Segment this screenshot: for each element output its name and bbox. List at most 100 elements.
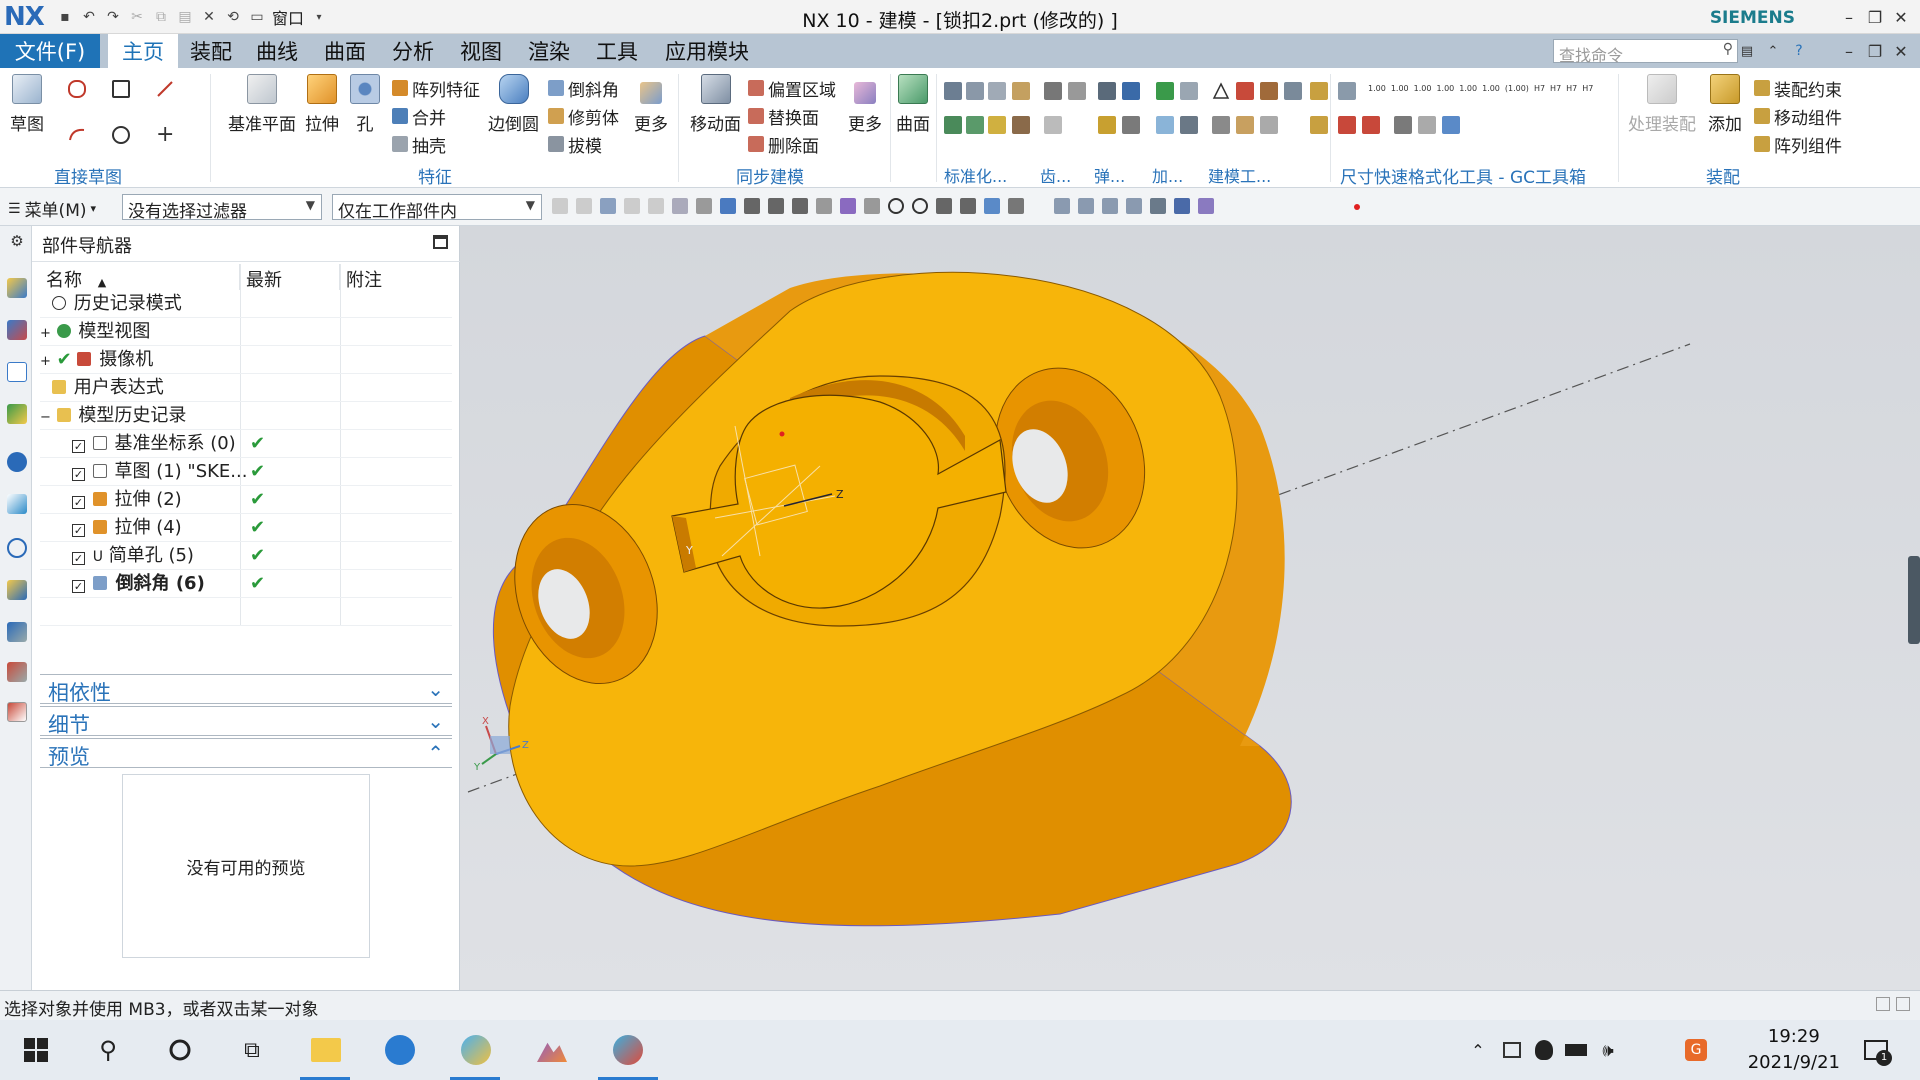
gc-format-button[interactable]: 1.00 <box>1391 84 1409 93</box>
selection-tool-icon[interactable] <box>600 198 616 214</box>
part-navigator-icon[interactable] <box>7 362 27 382</box>
spring-tool-icon[interactable] <box>1098 82 1116 100</box>
checkbox[interactable]: ✓ <box>72 580 85 593</box>
view-tool-icon[interactable] <box>1150 198 1166 214</box>
gc-format-button[interactable]: 1.00 <box>1368 84 1386 93</box>
selection-tool-icon[interactable] <box>696 198 712 214</box>
sogou-icon[interactable] <box>382 1032 418 1068</box>
tab-home[interactable]: 主页 <box>108 34 178 68</box>
draft-button[interactable]: 拔模 <box>548 132 602 157</box>
dimension-tool-icon[interactable] <box>1362 116 1380 134</box>
minimize-button[interactable]: – <box>1836 4 1862 30</box>
tab-application[interactable]: 应用模块 <box>656 34 758 68</box>
system-materials-icon[interactable] <box>7 580 27 600</box>
snap-point-icon[interactable] <box>984 198 1000 214</box>
model-canvas[interactable]: Z Y X Y Z <box>460 226 1920 990</box>
system-clock[interactable]: 19:29 2021/9/21 <box>1748 1024 1840 1076</box>
tab-curve[interactable]: 曲线 <box>246 34 308 68</box>
sketch-button[interactable]: 草图 <box>10 74 44 135</box>
cut-icon[interactable]: ✂ <box>128 8 146 26</box>
tree-row[interactable]: ✓ 拉伸 (4) ✔ <box>40 514 452 542</box>
maximize-icon[interactable] <box>433 235 448 249</box>
tree-row[interactable]: + 模型视图 <box>40 318 452 346</box>
tree-row[interactable]: − 模型历史记录 <box>40 402 452 430</box>
file-explorer-icon[interactable] <box>308 1032 344 1068</box>
checkbox[interactable]: ✓ <box>72 440 85 453</box>
view-tool-icon[interactable] <box>1174 198 1190 214</box>
modeling-tool-icon[interactable] <box>1236 116 1254 134</box>
edge-blend-button[interactable]: 边倒圆 <box>488 74 539 135</box>
dimension-tool-icon[interactable] <box>1442 116 1460 134</box>
add-component-button[interactable]: 添加 <box>1708 74 1742 135</box>
assembly-constraint-button[interactable]: 装配约束 <box>1754 76 1842 101</box>
type-filter-select[interactable]: 没有选择过滤器 ▼ <box>122 194 322 222</box>
view-tool-icon[interactable] <box>1054 198 1070 214</box>
tree-row[interactable]: 历史记录模式 <box>40 290 452 318</box>
command-search-input[interactable]: 查找命令 ⚲ <box>1553 39 1738 65</box>
search-icon[interactable]: ⚲ <box>90 1032 126 1068</box>
chevron-down-icon[interactable]: ▾ <box>310 8 328 26</box>
unite-button[interactable]: 合并 <box>392 104 446 129</box>
menu-button[interactable]: ☰ 菜单(M) ▾ <box>8 196 96 222</box>
checkbox[interactable]: ✓ <box>72 468 85 481</box>
snap-point-icon[interactable] <box>744 198 760 214</box>
repeat-command-icon[interactable]: ⟲ <box>224 8 242 26</box>
feature-more-button[interactable]: 更多 <box>634 74 668 135</box>
extrude-button[interactable]: 拉伸 <box>305 74 339 135</box>
hole-button[interactable]: 孔 <box>350 74 380 135</box>
gear-tool-icon[interactable] <box>1044 116 1062 134</box>
standard-part-icon[interactable] <box>988 116 1006 134</box>
standard-part-icon[interactable] <box>988 82 1006 100</box>
gc-format-button[interactable]: 1.00 <box>1482 84 1500 93</box>
tree-row[interactable]: ✓ U 简单孔 (5) ✔ <box>40 542 452 570</box>
snap-point-icon[interactable] <box>792 198 808 214</box>
redo-icon[interactable]: ↷ <box>104 8 122 26</box>
snap-point-icon[interactable] <box>936 198 952 214</box>
tree-row[interactable]: 用户表达式 <box>40 374 452 402</box>
windows-start-icon[interactable] <box>18 1032 54 1068</box>
standard-part-icon[interactable] <box>1012 116 1030 134</box>
web-browser-icon[interactable] <box>7 494 27 514</box>
reuse-library-icon[interactable] <box>7 404 27 424</box>
snap-point-icon[interactable] <box>912 198 928 214</box>
snap-point-icon[interactable] <box>840 198 856 214</box>
process-assembly-button[interactable]: 处理装配 <box>1628 74 1696 135</box>
circle-icon[interactable] <box>112 126 130 144</box>
checkbox[interactable]: ✓ <box>72 496 85 509</box>
view-tool-icon[interactable] <box>1078 198 1094 214</box>
close-button[interactable]: ✕ <box>1888 4 1914 30</box>
gc-format-button[interactable]: H7 <box>1566 84 1577 93</box>
gear-tool-icon[interactable] <box>1068 82 1086 100</box>
ribbon-options-icon[interactable]: ▤ <box>1734 38 1760 64</box>
selection-tool-icon[interactable] <box>576 198 592 214</box>
role-icon[interactable] <box>7 702 27 722</box>
preview-panel-header[interactable]: 预览 ⌃ <box>40 738 452 769</box>
selection-tool-icon[interactable] <box>648 198 664 214</box>
hd3d-tools-icon[interactable] <box>7 452 27 472</box>
dimension-tool-icon[interactable] <box>1338 116 1356 134</box>
copy-icon[interactable]: ⧉ <box>152 8 170 26</box>
machining-tool-icon[interactable] <box>1156 82 1174 100</box>
tray-g-icon[interactable]: G <box>1678 1032 1714 1068</box>
shell-button[interactable]: 抽壳 <box>392 132 446 157</box>
point-icon[interactable]: + <box>156 124 174 146</box>
surface-button[interactable]: 曲面 <box>896 74 930 135</box>
window-menu-icon[interactable]: ▭ <box>248 8 266 26</box>
group-gear[interactable]: 齿... <box>1040 163 1071 187</box>
tree-row[interactable]: + ✔ 摄像机 <box>40 346 452 374</box>
selection-tool-icon[interactable] <box>624 198 640 214</box>
modeling-tool-icon[interactable] <box>1212 116 1230 134</box>
pattern-component-button[interactable]: 阵列组件 <box>1754 132 1842 157</box>
move-component-button[interactable]: 移动组件 <box>1754 104 1842 129</box>
close-part-icon[interactable]: ✕ <box>200 8 218 26</box>
nx-app-icon[interactable] <box>610 1032 646 1068</box>
snap-point-icon[interactable] <box>888 198 904 214</box>
search-icon[interactable]: ⚲ <box>1723 41 1733 57</box>
battery-icon[interactable] <box>1558 1032 1594 1068</box>
qq-browser-icon[interactable] <box>458 1032 494 1068</box>
chamfer-button[interactable]: 倒斜角 <box>548 76 619 101</box>
tab-surface[interactable]: 曲面 <box>314 34 376 68</box>
tab-view[interactable]: 视图 <box>450 34 512 68</box>
expand-icon[interactable]: + <box>40 326 51 341</box>
part-close-button[interactable]: ✕ <box>1888 38 1914 64</box>
